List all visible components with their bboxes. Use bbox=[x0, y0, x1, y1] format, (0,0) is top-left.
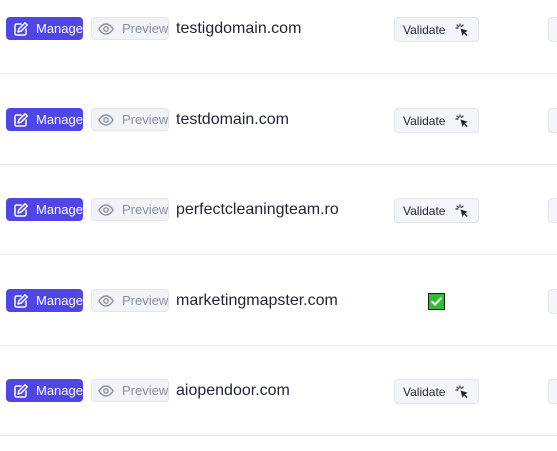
table-row: Manage Preview marketingmapster.com bbox=[0, 272, 557, 362]
click-cursor-icon bbox=[454, 384, 470, 400]
manage-label: Manage bbox=[36, 112, 83, 127]
validated-check-icon bbox=[428, 293, 445, 310]
table-row: Manage Preview testdomain.com Validate bbox=[0, 91, 557, 181]
row-action-button-clipped[interactable] bbox=[548, 17, 557, 42]
domain-name: marketingmapster.com bbox=[176, 292, 338, 309]
domain-name: perfectcleaningteam.ro bbox=[176, 201, 339, 218]
manage-button[interactable]: Manage bbox=[6, 379, 83, 402]
domain-name: aiopendoor.com bbox=[176, 382, 290, 399]
manage-button[interactable]: Manage bbox=[6, 17, 83, 40]
preview-button[interactable]: Preview bbox=[91, 289, 169, 312]
validate-button[interactable]: Validate bbox=[394, 108, 479, 133]
click-cursor-icon bbox=[454, 113, 470, 129]
validate-label: Validate bbox=[403, 113, 446, 128]
eye-icon bbox=[98, 202, 114, 218]
table-row: Manage Preview testigdomain.com Validate bbox=[0, 0, 557, 90]
manage-button[interactable]: Manage bbox=[6, 289, 83, 312]
click-cursor-icon bbox=[454, 22, 470, 38]
row-divider bbox=[0, 254, 557, 255]
preview-button[interactable]: Preview bbox=[91, 108, 169, 131]
preview-label: Preview bbox=[122, 202, 169, 217]
preview-label: Preview bbox=[122, 112, 169, 127]
validate-label: Validate bbox=[403, 384, 446, 399]
eye-icon bbox=[98, 293, 114, 309]
edit-icon bbox=[13, 21, 29, 37]
edit-icon bbox=[13, 383, 29, 399]
domain-name: testdomain.com bbox=[176, 111, 289, 128]
validate-label: Validate bbox=[403, 22, 446, 37]
domain-name: testigdomain.com bbox=[176, 20, 302, 37]
preview-label: Preview bbox=[122, 383, 169, 398]
validate-button[interactable]: Validate bbox=[394, 17, 479, 42]
preview-label: Preview bbox=[122, 21, 169, 36]
edit-icon bbox=[13, 202, 29, 218]
row-action-button-clipped[interactable] bbox=[548, 108, 557, 133]
table-row: Manage Preview aiopendoor.com Validate bbox=[0, 362, 557, 451]
validate-label: Validate bbox=[403, 203, 446, 218]
manage-label: Manage bbox=[36, 202, 83, 217]
domains-table: Manage Preview testigdomain.com Validate… bbox=[0, 0, 557, 451]
click-cursor-icon bbox=[454, 203, 470, 219]
eye-icon bbox=[98, 112, 114, 128]
table-row: Manage Preview perfectcleaningteam.ro Va… bbox=[0, 181, 557, 271]
edit-icon bbox=[13, 293, 29, 309]
edit-icon bbox=[13, 112, 29, 128]
manage-button[interactable]: Manage bbox=[6, 198, 83, 221]
manage-label: Manage bbox=[36, 21, 83, 36]
row-divider bbox=[0, 73, 557, 74]
row-action-button-clipped[interactable] bbox=[548, 289, 557, 314]
eye-icon bbox=[98, 383, 114, 399]
row-divider bbox=[0, 164, 557, 165]
row-divider bbox=[0, 345, 557, 346]
validate-button[interactable]: Validate bbox=[394, 379, 479, 404]
row-divider bbox=[0, 435, 557, 436]
manage-label: Manage bbox=[36, 293, 83, 308]
preview-button[interactable]: Preview bbox=[91, 17, 169, 40]
preview-label: Preview bbox=[122, 293, 169, 308]
row-action-button-clipped[interactable] bbox=[548, 379, 557, 404]
validate-button[interactable]: Validate bbox=[394, 198, 479, 223]
eye-icon bbox=[98, 21, 114, 37]
row-action-button-clipped[interactable] bbox=[548, 198, 557, 223]
manage-button[interactable]: Manage bbox=[6, 108, 83, 131]
manage-label: Manage bbox=[36, 383, 83, 398]
preview-button[interactable]: Preview bbox=[91, 198, 169, 221]
preview-button[interactable]: Preview bbox=[91, 379, 169, 402]
